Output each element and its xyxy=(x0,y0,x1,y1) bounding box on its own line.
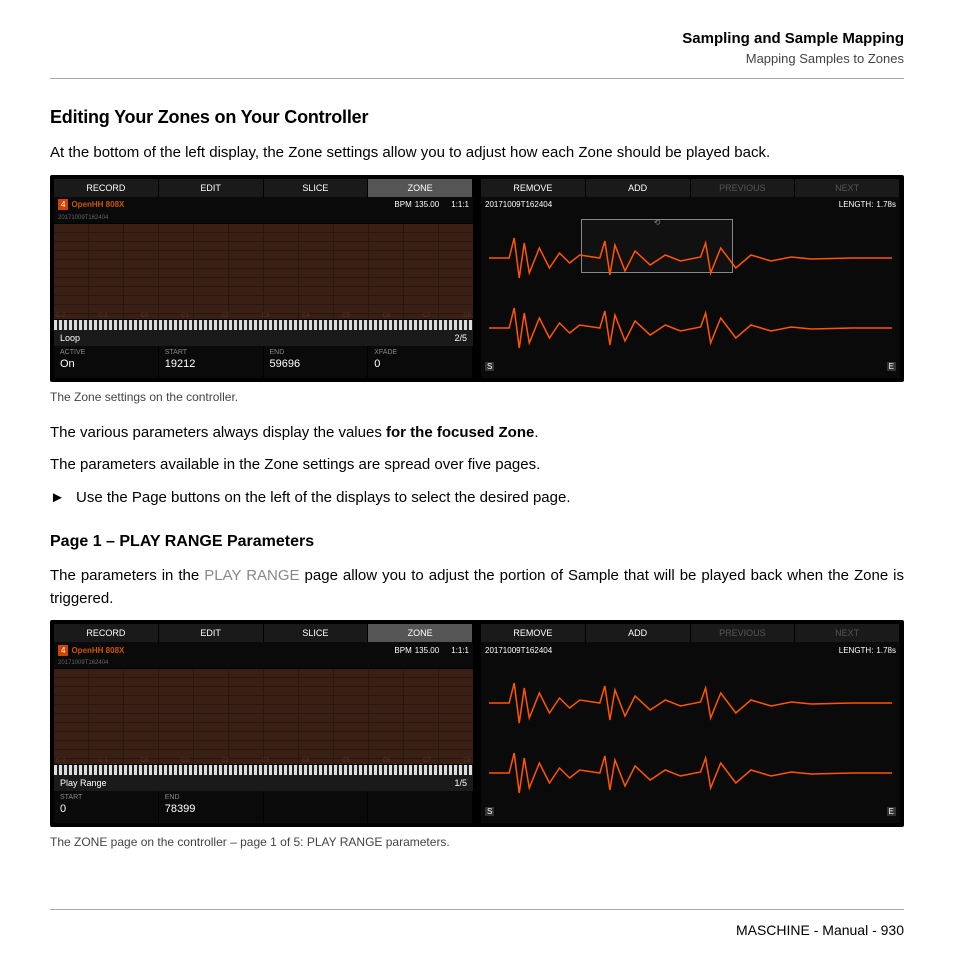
note-labels: C-2C-1C0C1C2C3C4C5C6C7C8 xyxy=(54,313,473,319)
marker-start[interactable]: S xyxy=(485,362,494,371)
param-end[interactable]: END59696 xyxy=(264,346,369,378)
position: 1:1:1 xyxy=(451,200,469,209)
link-icon: ⟲ xyxy=(654,218,661,227)
tab-record[interactable]: RECORD xyxy=(54,179,159,197)
waveform-top-2 xyxy=(489,678,892,728)
btn-previous: PREVIOUS xyxy=(691,179,796,197)
waveform-bottom xyxy=(489,303,892,353)
screenshot-zone-settings: RECORD EDIT SLICE ZONE 4 OpenHH 808X BPM… xyxy=(50,175,904,382)
marker-end-2[interactable]: E xyxy=(887,807,896,816)
zone-grid[interactable]: C-2C-1C0C1C2C3C4C5C6C7C8 xyxy=(54,223,473,320)
param-start[interactable]: START19212 xyxy=(159,346,264,378)
screenshot-play-range: RECORD EDIT SLICE ZONE 4 OpenHH 808X BPM… xyxy=(50,620,904,827)
header-subtitle: Mapping Samples to Zones xyxy=(50,51,904,66)
left-display: RECORD EDIT SLICE ZONE 4 OpenHH 808X BPM… xyxy=(54,179,473,378)
btn-previous-2: PREVIOUS xyxy=(691,624,796,642)
waveform-display[interactable]: ⟲ S E xyxy=(481,213,900,373)
page-index-2: 1/5 xyxy=(454,778,467,788)
btn-next: NEXT xyxy=(795,179,900,197)
section2-title: Page 1 – PLAY RANGE Parameters xyxy=(50,533,904,551)
length-value: 1.78s xyxy=(876,200,896,209)
right-display-2: REMOVE ADD PREVIOUS NEXT 20171009T162404… xyxy=(481,624,900,823)
tab-edit[interactable]: EDIT xyxy=(159,179,264,197)
left-display-2: RECORD EDIT SLICE ZONE 4 OpenHH 808X BPM… xyxy=(54,624,473,823)
bpm-label: BPM xyxy=(394,200,411,209)
sample-name: OpenHH 808X xyxy=(71,200,124,209)
param-end-2[interactable]: END78399 xyxy=(159,791,264,823)
tab-record-2[interactable]: RECORD xyxy=(54,624,159,642)
marker-end[interactable]: E xyxy=(887,362,896,371)
btn-remove-2[interactable]: REMOVE xyxy=(481,624,586,642)
waveform-bottom-2 xyxy=(489,748,892,798)
slot-badge-2: 4 xyxy=(58,645,68,656)
keyboard-strip-2[interactable] xyxy=(54,765,473,775)
right-display: REMOVE ADD PREVIOUS NEXT 20171009T162404… xyxy=(481,179,900,378)
page-name: Loop xyxy=(60,333,80,343)
tiny-timestamp: 20171009T162404 xyxy=(58,215,108,221)
paragraph-focused-zone: The various parameters always display th… xyxy=(50,422,904,445)
section1-p1: At the bottom of the left display, the Z… xyxy=(50,142,904,165)
param-xfade[interactable]: XFADE0 xyxy=(368,346,473,378)
arrow-icon: ► xyxy=(50,487,76,510)
page-name-2: Play Range xyxy=(60,778,107,788)
param-active[interactable]: ACTIVEOn xyxy=(54,346,159,378)
zone-grid-2[interactable]: C-2C-1C0C1C2C3C4C5C6C7C8 xyxy=(54,668,473,765)
paragraph-five-pages: The parameters available in the Zone set… xyxy=(50,454,904,477)
param-start-2[interactable]: START0 xyxy=(54,791,159,823)
tab-edit-2[interactable]: EDIT xyxy=(159,624,264,642)
caption-2: The ZONE page on the controller – page 1… xyxy=(50,835,904,849)
caption-1: The Zone settings on the controller. xyxy=(50,390,904,404)
file-id: 20171009T162404 xyxy=(485,200,552,209)
btn-add-2[interactable]: ADD xyxy=(586,624,691,642)
tab-zone-2[interactable]: ZONE xyxy=(368,624,473,642)
btn-remove[interactable]: REMOVE xyxy=(481,179,586,197)
header-title: Sampling and Sample Mapping xyxy=(50,30,904,47)
page-index: 2/5 xyxy=(454,333,467,343)
param-empty-1 xyxy=(264,791,369,823)
section1-title: Editing Your Zones on Your Controller xyxy=(50,107,904,128)
length-label: LENGTH: xyxy=(839,200,874,209)
waveform-top xyxy=(489,233,892,283)
param-empty-2 xyxy=(368,791,473,823)
page-footer: MASCHINE - Manual - 930 xyxy=(50,909,904,938)
waveform-display-2[interactable]: S E xyxy=(481,658,900,818)
tab-slice-2[interactable]: SLICE xyxy=(264,624,369,642)
tab-slice[interactable]: SLICE xyxy=(264,179,369,197)
section2-p1: The parameters in the PLAY RANGE page al… xyxy=(50,565,904,610)
bpm-value: 135.00 xyxy=(415,200,439,209)
header-rule xyxy=(50,78,904,79)
instruction-page-buttons: ►Use the Page buttons on the left of the… xyxy=(50,487,904,510)
sample-name-2: OpenHH 808X xyxy=(71,646,124,655)
tab-zone[interactable]: ZONE xyxy=(368,179,473,197)
keyboard-strip[interactable] xyxy=(54,320,473,330)
slot-badge: 4 xyxy=(58,199,68,210)
marker-start-2[interactable]: S xyxy=(485,807,494,816)
btn-add[interactable]: ADD xyxy=(586,179,691,197)
btn-next-2: NEXT xyxy=(795,624,900,642)
